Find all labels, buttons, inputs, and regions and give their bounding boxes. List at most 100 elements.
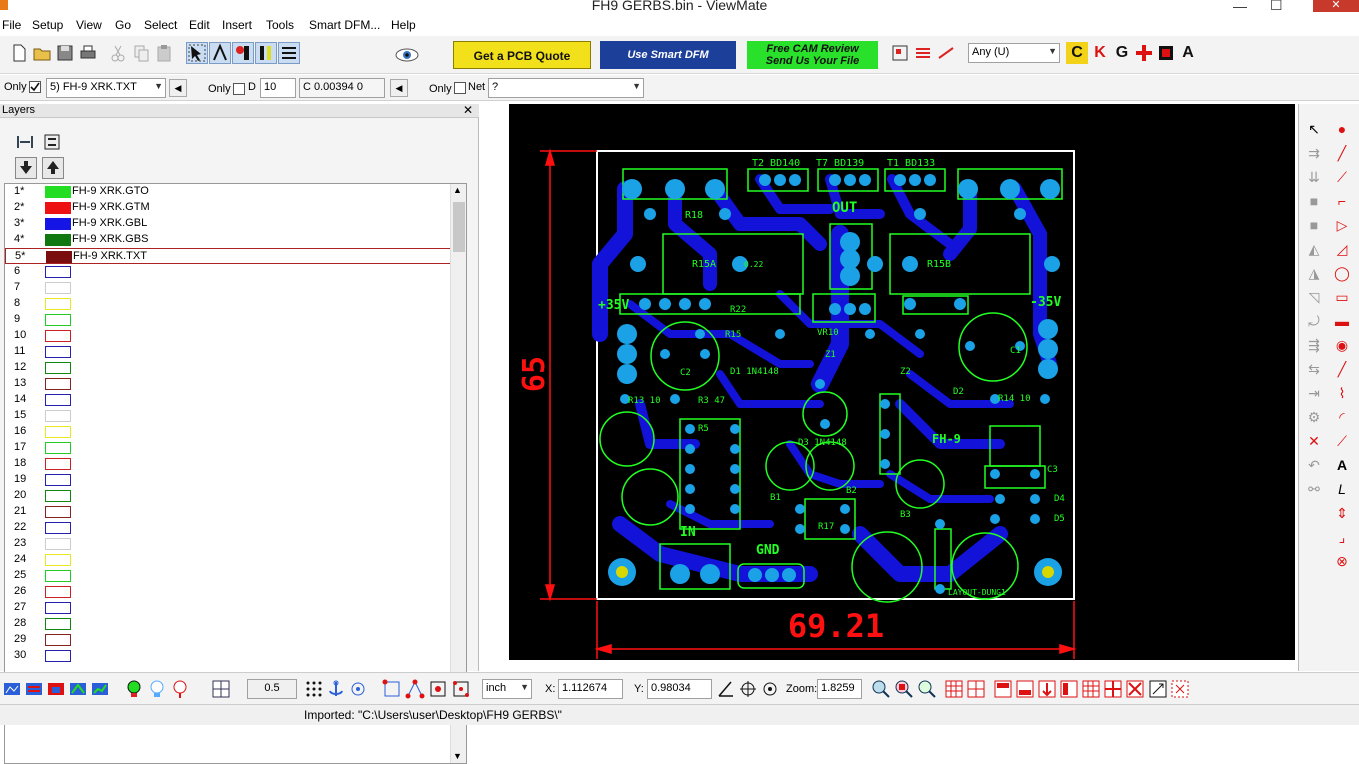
layer-color-swatch[interactable] xyxy=(45,570,71,582)
use-smart-dfm-button[interactable]: Use Smart DFM xyxy=(600,41,736,69)
pointer-icon[interactable]: ↖ xyxy=(1305,120,1323,138)
layer-color-swatch[interactable] xyxy=(45,202,71,214)
only-net-checkbox[interactable] xyxy=(454,82,466,94)
layer-row[interactable]: 28 xyxy=(5,616,451,632)
menu-file[interactable]: File xyxy=(2,18,21,32)
get-pcb-quote-button[interactable]: Get a PCB Quote xyxy=(453,41,591,69)
flip-icon[interactable]: ◮ xyxy=(1305,264,1323,282)
layer-row[interactable]: 10 xyxy=(5,328,451,344)
layer-row[interactable]: 8 xyxy=(5,296,451,312)
grid-snap-icon[interactable] xyxy=(1155,42,1177,64)
layer-color-swatch[interactable] xyxy=(45,186,71,198)
layer-row[interactable]: 14 xyxy=(5,392,451,408)
arc-icon[interactable]: ◜ xyxy=(1333,408,1351,426)
scroll-thumb[interactable] xyxy=(453,202,465,252)
layer-row[interactable]: 5* FH-9 XRK.TXT xyxy=(5,248,451,264)
open-folder-icon[interactable] xyxy=(31,42,53,64)
text-icon[interactable]: A xyxy=(1333,456,1351,474)
rotate-icon[interactable]: ⤾ xyxy=(1305,312,1323,330)
a-tool-icon[interactable]: A xyxy=(1177,42,1199,64)
layer-color-swatch[interactable] xyxy=(45,602,71,614)
grid-tool-icon[interactable] xyxy=(278,42,300,64)
query-icon[interactable] xyxy=(912,42,934,64)
merge-icon[interactable]: ⇆ xyxy=(1305,360,1323,378)
layer-row[interactable]: 21 xyxy=(5,504,451,520)
cross-tool-icon[interactable] xyxy=(1133,42,1155,64)
measure-tool-icon[interactable] xyxy=(209,42,231,64)
layer-row[interactable]: 2* FH-9 XRK.GTM xyxy=(5,200,451,216)
zoom-in-icon[interactable] xyxy=(871,679,891,699)
layer-color-swatch[interactable] xyxy=(45,490,71,502)
snap-pad-icon[interactable] xyxy=(451,679,471,699)
layer-row[interactable]: 6 xyxy=(5,264,451,280)
layer-color-swatch[interactable] xyxy=(45,650,71,662)
mirror-icon[interactable]: ◭ xyxy=(1305,240,1323,258)
donut-icon[interactable]: ◉ xyxy=(1333,336,1351,354)
move-layer-down-icon[interactable] xyxy=(15,157,37,179)
save-icon[interactable] xyxy=(54,42,76,64)
layer-row[interactable]: 13 xyxy=(5,376,451,392)
origin-icon[interactable] xyxy=(760,679,780,699)
scroll-down-icon[interactable]: ▼ xyxy=(453,751,462,761)
only-dcode-checkbox[interactable] xyxy=(233,83,245,95)
square-icon[interactable]: ■ xyxy=(1305,216,1323,234)
layer-color-swatch[interactable] xyxy=(45,410,71,422)
layer-view-3-icon[interactable] xyxy=(46,679,66,699)
angle-measure-icon[interactable] xyxy=(716,679,736,699)
layer-color-swatch[interactable] xyxy=(45,506,71,518)
view-split-5-icon[interactable] xyxy=(1081,679,1101,699)
layer-row[interactable]: 27 xyxy=(5,600,451,616)
dcode-input[interactable]: 10 xyxy=(260,78,296,98)
menu-setup[interactable]: Setup xyxy=(32,18,63,32)
layer-color-swatch[interactable] xyxy=(45,474,71,486)
anchor-icon[interactable] xyxy=(326,679,346,699)
gear-icon[interactable]: ⚙ xyxy=(1305,408,1323,426)
free-cam-review-button[interactable]: Free CAM Review Send Us Your File xyxy=(747,41,878,69)
paste-icon[interactable] xyxy=(153,42,175,64)
layer-view-2-icon[interactable] xyxy=(24,679,44,699)
view-split-1-icon[interactable] xyxy=(993,679,1013,699)
layer-row[interactable]: 3* FH-9 XRK.GBL xyxy=(5,216,451,232)
snap-center-icon[interactable] xyxy=(348,679,368,699)
layer-row[interactable]: 23 xyxy=(5,536,451,552)
layer-row[interactable]: 17 xyxy=(5,440,451,456)
k-tool-icon[interactable]: K xyxy=(1089,42,1111,64)
layer-row[interactable]: 4* FH-9 XRK.GBS xyxy=(5,232,451,248)
minimize-button[interactable]: — xyxy=(1233,0,1247,14)
layer-select-dropdown[interactable]: 5) FH-9 XRK.TXT ▼ xyxy=(46,78,166,98)
angle-icon[interactable]: ◿ xyxy=(1333,240,1351,258)
line-icon[interactable] xyxy=(935,42,957,64)
layer-row[interactable]: 19 xyxy=(5,472,451,488)
select-type-dropdown[interactable]: Any (U) ▼ xyxy=(968,43,1060,63)
link-icon[interactable]: ⚯ xyxy=(1305,480,1323,498)
zoom-fit-icon[interactable] xyxy=(917,679,937,699)
close-icon[interactable]: ✕ xyxy=(463,103,473,117)
layer-row[interactable]: 20 xyxy=(5,488,451,504)
prev-layer-button[interactable]: ◀ xyxy=(169,79,187,97)
layer-row[interactable]: 7 xyxy=(5,280,451,296)
grid-size-field[interactable]: 0.5 xyxy=(247,679,297,699)
highlight-icon[interactable] xyxy=(889,42,911,64)
polyline-icon[interactable]: ⌇ xyxy=(1333,384,1351,402)
bulb-off-icon[interactable] xyxy=(147,679,167,699)
crosshair-icon[interactable] xyxy=(738,679,758,699)
snap-grid-icon[interactable] xyxy=(304,679,324,699)
menu-smart-dfm[interactable]: Smart DFM... xyxy=(309,18,380,32)
layer-row[interactable]: 11 xyxy=(5,344,451,360)
net-tool-icon[interactable] xyxy=(232,42,254,64)
layer-view-4-icon[interactable] xyxy=(68,679,88,699)
layer-color-swatch[interactable] xyxy=(45,634,71,646)
diagonal-line-icon[interactable]: ⟋ xyxy=(1333,168,1351,186)
menu-help[interactable]: Help xyxy=(391,18,416,32)
layer-color-swatch[interactable] xyxy=(45,346,71,358)
slash-icon[interactable]: ╱ xyxy=(1333,360,1351,378)
layer-color-swatch[interactable] xyxy=(45,362,71,374)
fill-icon[interactable]: ■ xyxy=(1305,192,1323,210)
unit-dropdown[interactable]: inch ▼ xyxy=(482,679,532,699)
snap-vertex-icon[interactable] xyxy=(405,679,425,699)
menu-tools[interactable]: Tools xyxy=(266,18,294,32)
layer-row[interactable]: 9 xyxy=(5,312,451,328)
shift-icon[interactable]: ⇥ xyxy=(1305,384,1323,402)
layer-row[interactable]: 26 xyxy=(5,584,451,600)
line-segment-icon[interactable]: ╱ xyxy=(1333,144,1351,162)
